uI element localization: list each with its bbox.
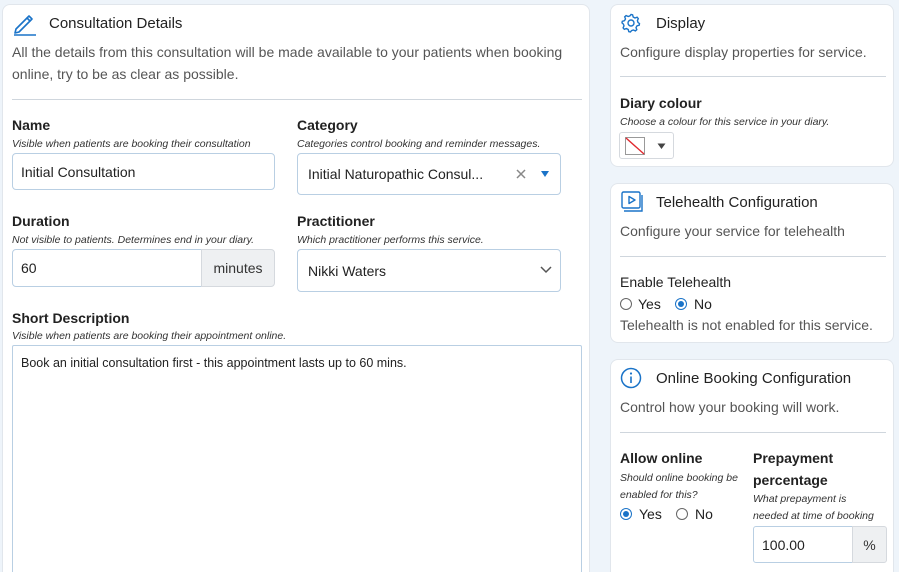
prepayment-label-line1: Prepayment [753,450,834,466]
online-booking-title: Online Booking Configuration [656,370,852,387]
online-booking-card: Online Booking Configuration Control how… [610,359,894,572]
allow-online-label: Allow online [620,450,703,466]
practitioner-label: Practitioner [297,213,375,229]
telehealth-no-label[interactable]: No [694,296,712,312]
telehealth-description: Configure your service for telehealth [620,223,845,239]
practitioner-selected-value: Nikki Waters [308,262,387,279]
diary-colour-label: Diary colour [620,95,702,111]
short-description-text: Book an initial consultation first - thi… [21,356,407,370]
allow-online-hint-line2: enabled for this? [620,489,698,501]
video-play-icon [621,191,643,212]
prepayment-hint-line1: What prepayment is [753,493,847,505]
name-input[interactable]: Initial Consultation [12,153,275,190]
telehealth-yes-radio[interactable] [620,298,632,310]
allow-online-hint-line1: Should online booking be [620,472,738,484]
short-description-label: Short Description [12,310,130,326]
display-title: Display [656,15,706,32]
short-description-textarea[interactable]: Book an initial consultation first - thi… [12,345,582,572]
caret-down-icon[interactable] [540,170,550,178]
prepayment-label-line2: percentage [753,472,828,488]
display-divider [620,76,886,77]
allow-online-yes-label[interactable]: Yes [639,506,662,522]
telehealth-status-text: Telehealth is not enabled for this servi… [620,317,873,333]
clear-x-icon[interactable] [515,168,527,180]
duration-input[interactable]: 60 [12,249,202,287]
allow-online-yes-radio[interactable] [620,508,632,520]
telehealth-no-radio[interactable] [675,298,687,310]
consultation-details-card: Consultation Details All the details fro… [2,4,590,572]
consultation-details-description: All the details from this consultation w… [12,44,563,82]
consultation-divider [12,99,582,100]
telehealth-title: Telehealth Configuration [656,194,818,211]
diary-colour-picker[interactable] [619,132,674,159]
telehealth-card: Telehealth Configuration Configure your … [610,183,894,343]
diary-colour-hint: Choose a colour for this service in your… [620,116,830,128]
display-description: Configure display properties for service… [620,44,867,60]
online-booking-description: Control how your booking will work. [620,399,840,415]
allow-online-no-radio[interactable] [676,508,688,520]
edit-pencil-icon [14,15,36,36]
no-colour-swatch-icon [625,137,645,155]
duration-unit: minutes [201,249,275,287]
info-icon [620,367,642,389]
enable-telehealth-label: Enable Telehealth [620,274,732,290]
category-hint: Categories control booking and reminder … [297,138,541,150]
caret-down-icon [657,143,666,149]
prepayment-unit: % [852,526,887,563]
prepayment-hint-line2: needed at time of booking [753,510,874,522]
telehealth-yes-label[interactable]: Yes [638,296,661,312]
online-booking-divider [620,432,886,433]
duration-label: Duration [12,213,70,229]
prepayment-input[interactable]: 100.00 [753,526,853,563]
name-label: Name [12,117,51,133]
allow-online-no-label[interactable]: No [695,506,713,522]
gear-icon [621,13,641,33]
duration-hint: Not visible to patients. Determines end … [12,234,255,246]
category-selected-value: Initial Naturopathic Consul... [308,166,484,182]
category-label: Category [297,117,358,133]
telehealth-divider [620,256,886,257]
chevron-down-icon[interactable] [540,266,552,274]
name-hint: Visible when patients are booking their … [12,138,251,150]
practitioner-select[interactable]: Nikki Waters [297,249,561,292]
consultation-details-title: Consultation Details [49,15,183,32]
short-description-hint: Visible when patients are booking their … [12,330,287,342]
display-card: Display Configure display properties for… [610,4,894,167]
practitioner-hint: Which practitioner performs this service… [297,234,484,246]
